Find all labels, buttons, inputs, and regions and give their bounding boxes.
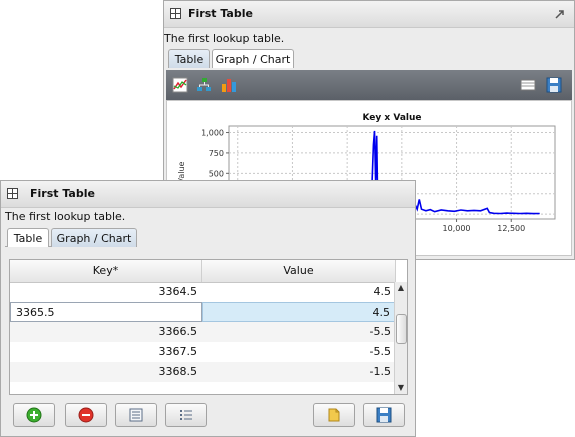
chart-window-title: First Table	[188, 7, 253, 20]
table-window-description: The first lookup table.	[5, 210, 126, 223]
undock-icon[interactable]	[554, 8, 566, 20]
x-tick-label: 12,500	[497, 224, 525, 233]
value-cell[interactable]: -1.5	[202, 362, 396, 382]
key-cell[interactable]: 3364.5	[10, 282, 202, 302]
tab-graph-chart[interactable]: Graph / Chart	[212, 49, 294, 68]
bar-chart-icon[interactable]	[221, 77, 237, 93]
y-tick-label: 500	[209, 169, 224, 178]
scroll-up-arrow[interactable]: ▲	[396, 282, 406, 294]
y-tick-label: 750	[209, 149, 224, 158]
table-icon	[7, 188, 18, 199]
scroll-down-arrow[interactable]: ▼	[396, 382, 406, 394]
table-row-editing[interactable]: 3365.5 4.5	[10, 302, 396, 322]
table-row[interactable]: 3366.5 -5.5	[10, 322, 396, 342]
chart-title: Key x Value	[362, 113, 421, 123]
key-cell[interactable]: 3367.5	[10, 342, 202, 362]
remove-row-button[interactable]	[65, 403, 107, 427]
table-row-partial[interactable]	[10, 382, 396, 394]
open-file-icon	[328, 408, 340, 422]
table-row[interactable]: 3368.5 -1.5	[10, 362, 396, 382]
remove-row-icon	[78, 407, 94, 423]
tab-table[interactable]: Table	[7, 228, 49, 247]
table-header: Key* Value	[10, 260, 396, 283]
value-cell[interactable]: 4.5	[202, 282, 396, 302]
tree-chart-icon[interactable]	[196, 77, 212, 93]
save-icon	[376, 407, 392, 423]
add-row-icon	[26, 407, 42, 423]
lookup-table-grid: Key* Value 3364.5 4.5 3365.5 4.5 3366.5 …	[9, 259, 408, 395]
value-cell[interactable]: -5.5	[202, 342, 396, 362]
table-row[interactable]: 3364.5 4.5	[10, 282, 396, 302]
y-tick-label: 1,000	[201, 129, 224, 138]
scroll-thumb[interactable]	[396, 314, 407, 344]
open-file-button[interactable]	[313, 403, 355, 427]
edit-button[interactable]	[115, 403, 157, 427]
list-icon	[180, 410, 192, 420]
table-window-title: First Table	[30, 187, 95, 200]
column-header-key[interactable]: Key*	[10, 260, 202, 282]
vertical-scrollbar[interactable]: ▲ ▼	[394, 282, 407, 394]
list-button[interactable]	[165, 403, 207, 427]
value-cell-selected[interactable]: 4.5	[202, 302, 396, 322]
table-view-icon[interactable]	[520, 77, 536, 93]
key-cell[interactable]: 3366.5	[10, 322, 202, 342]
column-header-value[interactable]: Value	[202, 260, 396, 282]
table-window: First Table The first lookup table. Tabl…	[0, 180, 416, 437]
edit-icon	[129, 408, 143, 422]
tab-table[interactable]: Table	[168, 49, 210, 68]
table-row[interactable]: 3367.5 -5.5	[10, 342, 396, 362]
tab-graph-chart[interactable]: Graph / Chart	[51, 228, 137, 247]
save-table-button[interactable]	[363, 403, 405, 427]
chart-toolbar	[166, 70, 572, 100]
line-chart-icon[interactable]	[172, 77, 188, 93]
chart-window-description: The first lookup table.	[164, 32, 285, 45]
x-tick-label: 10,000	[443, 224, 471, 233]
save-icon[interactable]	[546, 77, 562, 93]
value-cell[interactable]: -5.5	[202, 322, 396, 342]
key-cell[interactable]: 3368.5	[10, 362, 202, 382]
key-edit-field[interactable]: 3365.5	[10, 302, 202, 322]
add-row-button[interactable]	[13, 403, 55, 427]
chart-window-titlebar[interactable]: First Table	[164, 1, 574, 28]
table-icon	[170, 8, 181, 19]
table-window-titlebar[interactable]: First Table	[1, 181, 415, 208]
